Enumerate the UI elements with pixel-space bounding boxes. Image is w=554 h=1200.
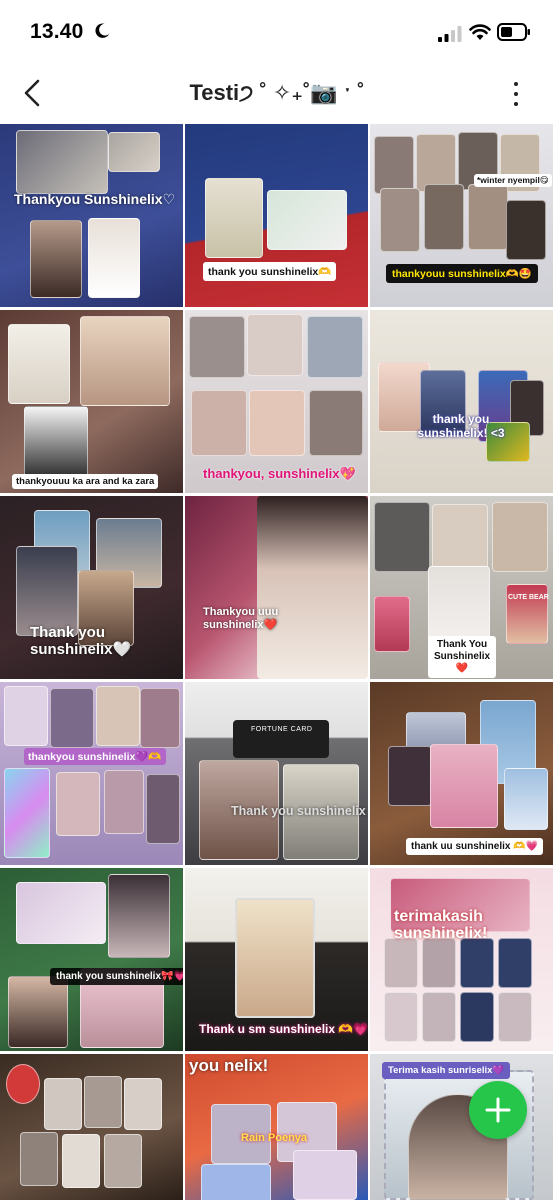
tile-caption: thank uu sunshinelix 🫶💗	[406, 838, 544, 855]
status-time: 13.40	[30, 20, 84, 43]
grid-tile[interactable]: thank you sunshinelix🫶	[185, 124, 368, 307]
tile-extra-label: CUTE BEAR	[508, 594, 549, 601]
grid-tile[interactable]: thankyouuu ka ara and ka zara	[0, 310, 183, 493]
grid-tile[interactable]: Thank you sunshinelix🤍	[0, 496, 183, 679]
grid-tile[interactable]: terimakasih sunshinelix!	[370, 868, 553, 1051]
tile-caption: terimakasih sunshinelix!	[394, 908, 488, 942]
tile-extra-label: *winter nyempil😋	[474, 174, 552, 187]
tile-caption: thankyou, sunshinelix💖	[203, 466, 356, 481]
grid-tile[interactable]: Thankyou Sunshinelix♡	[0, 124, 183, 307]
tile-caption: thankyouu sunshinelix🫶🤩	[386, 264, 538, 283]
tile-caption: you nelix!	[189, 1056, 269, 1075]
more-options-button[interactable]	[504, 80, 528, 108]
wifi-icon	[469, 24, 491, 40]
tile-caption: thank you sunshinelix🫶	[203, 262, 337, 281]
tile-caption: thankyouuu ka ara and ka zara	[12, 474, 159, 489]
status-bar: 13.40	[0, 0, 554, 62]
grid-tile[interactable]: thank uu sunshinelix 🫶💗	[370, 682, 553, 865]
grid-tile[interactable]	[0, 1054, 183, 1200]
page-title: Testi੭ ˚ ✧₊˚📷 ˑ ˚	[189, 80, 365, 105]
add-button[interactable]	[469, 1081, 527, 1139]
grid-tile[interactable]: Terima kasih sunriselix💜	[370, 1054, 553, 1200]
tile-caption: Thankyou Sunshinelix♡	[14, 191, 176, 207]
grid-tile[interactable]: Thank u sm sunshinelix 🫶💗	[185, 868, 368, 1051]
tile-caption: Thankyou uuu sunshinelix❤️	[203, 606, 279, 631]
grid-tile[interactable]: *winter nyempil😋 thankyouu sunshinelix🫶🤩	[370, 124, 553, 307]
signal-icon	[438, 26, 462, 42]
chat-header: Testi੭ ˚ ✧₊˚📷 ˑ ˚	[0, 62, 554, 124]
grid-tile[interactable]: Thankyou uuu sunshinelix❤️	[185, 496, 368, 679]
tile-caption: Thank you sunshinelix	[231, 804, 366, 818]
tile-caption: Thank u sm sunshinelix 🫶💗	[199, 1022, 368, 1036]
grid-tile[interactable]: you nelix! Rain Poenya	[185, 1054, 368, 1200]
more-vertical-icon	[514, 82, 518, 86]
grid-tile[interactable]: thank you sunshinelix🎀💗	[0, 868, 183, 1051]
tile-caption: Thank you sunshinelix🤍	[30, 624, 132, 658]
grid-tile[interactable]: thankyou, sunshinelix💖	[185, 310, 368, 493]
tile-caption: thank you sunshinelix! <3	[417, 412, 505, 440]
grid-tile[interactable]: thankyou sunshinelix💜🫶	[0, 682, 183, 865]
plus-icon	[485, 1097, 511, 1123]
tile-extra-label: Rain Poenya	[241, 1132, 308, 1144]
grid-tile[interactable]: FORTUNE CARD Thank you sunshinelix	[185, 682, 368, 865]
tile-caption: Terima kasih sunriselix💜	[382, 1062, 511, 1079]
grid-tile[interactable]: thank you sunshinelix! <3	[370, 310, 553, 493]
moon-icon	[95, 23, 110, 38]
tile-caption: Thank You Sunshinelix ❤️	[428, 636, 496, 678]
media-grid: Thankyou Sunshinelix♡ thank you sunshine…	[0, 124, 554, 1200]
grid-tile[interactable]: CUTE BEAR Thank You Sunshinelix ❤️	[370, 496, 553, 679]
tile-extra-label: FORTUNE CARD	[251, 726, 313, 733]
battery-icon	[497, 23, 530, 41]
tile-caption: thankyou sunshinelix💜🫶	[24, 748, 166, 765]
tile-caption: thank you sunshinelix🎀💗	[50, 968, 183, 985]
